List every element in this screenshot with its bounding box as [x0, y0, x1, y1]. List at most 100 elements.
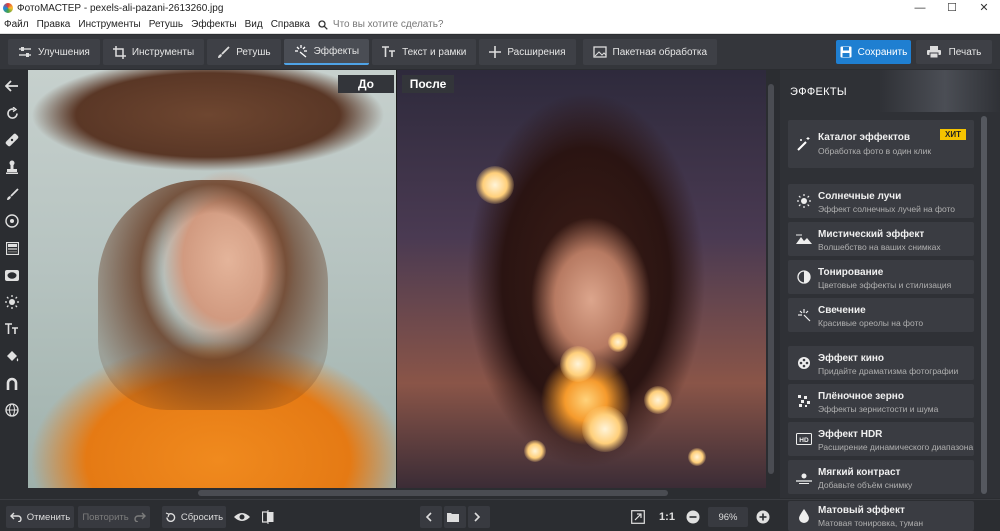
- search-placeholder: Что вы хотите сделать?: [332, 19, 444, 30]
- light-button[interactable]: [2, 292, 22, 312]
- magnet-tool-button[interactable]: [2, 373, 22, 393]
- radial-icon: [5, 214, 19, 228]
- effects-catalog-card[interactable]: Каталог эффектов Обработка фото в один к…: [788, 120, 974, 168]
- panel-header: ЭФФЕКТЫ: [780, 70, 1000, 112]
- undo-icon: [9, 512, 22, 522]
- canvas-vertical-scrollbar[interactable]: [766, 70, 776, 488]
- drop-icon: [796, 508, 812, 524]
- tab-label: Текст и рамки: [402, 46, 467, 58]
- scrollbar-thumb[interactable]: [198, 490, 668, 496]
- effect-matte[interactable]: Матовый эффект Матовая тонировка, туман: [788, 501, 974, 531]
- clone-stamp-button[interactable]: [2, 157, 22, 177]
- chevron-right-icon: [473, 512, 480, 522]
- menu-tools[interactable]: Инструменты: [74, 19, 144, 30]
- vignette-button[interactable]: [2, 265, 22, 285]
- menu-file[interactable]: Файл: [0, 19, 33, 30]
- next-image-button[interactable]: [468, 506, 490, 528]
- effect-subtitle: Обработка фото в один клик: [818, 146, 932, 156]
- effect-sun-rays[interactable]: Солнечные лучи Эффект солнечных лучей на…: [788, 184, 974, 218]
- canvas-horizontal-scrollbar[interactable]: [28, 488, 766, 498]
- fill-tool-button[interactable]: [2, 346, 22, 366]
- globe-tool-button[interactable]: [2, 400, 22, 420]
- tab-text-frames[interactable]: Текст и рамки: [372, 39, 477, 65]
- redo-button[interactable]: Повторить: [78, 506, 150, 528]
- effect-subtitle: Придайте драматизма фотографии: [818, 366, 959, 376]
- panel-scrollbar[interactable]: [980, 116, 988, 494]
- menu-effects[interactable]: Эффекты: [187, 19, 240, 30]
- minus-circle-icon: [686, 510, 700, 524]
- preview-toggle-button[interactable]: [232, 506, 252, 528]
- effect-title: Эффект HDR: [818, 429, 883, 440]
- save-button[interactable]: Сохранить: [836, 40, 911, 64]
- scrollbar-thumb[interactable]: [768, 84, 774, 474]
- tab-tools[interactable]: Инструменты: [102, 39, 205, 65]
- reset-button[interactable]: Сбросить: [162, 506, 226, 528]
- undo-button[interactable]: Отменить: [6, 506, 74, 528]
- batch-processing-button[interactable]: Пакетная обработка: [582, 39, 718, 65]
- compare-view-button[interactable]: [258, 506, 278, 528]
- sun-icon: [5, 295, 19, 309]
- rotate-button[interactable]: [2, 103, 22, 123]
- tab-label: Улучшения: [38, 46, 90, 58]
- half-circle-icon: [796, 269, 812, 285]
- brush-icon: [6, 187, 19, 200]
- compare-divider[interactable]: [396, 70, 397, 488]
- rotate-icon: [6, 106, 18, 119]
- tab-enhancements[interactable]: Улучшения: [8, 39, 100, 65]
- effect-film-grain[interactable]: Плёночное зерно Эффекты зернистости и шу…: [788, 384, 974, 418]
- before-photo-hair: [98, 180, 328, 410]
- fit-to-screen-button[interactable]: [628, 506, 648, 528]
- effect-title: Свечение: [818, 305, 866, 316]
- bokeh-light: [644, 386, 672, 414]
- effect-subtitle: Красивые ореолы на фото: [818, 318, 924, 328]
- effect-subtitle: Эффект солнечных лучей на фото: [818, 204, 956, 214]
- image-canvas[interactable]: До После: [28, 70, 776, 488]
- healing-patch-button[interactable]: [2, 130, 22, 150]
- gradient-icon: [5, 241, 19, 255]
- print-button[interactable]: Печать: [916, 40, 992, 64]
- svg-text:HD: HD: [799, 437, 809, 444]
- hdr-icon: HD: [796, 431, 812, 447]
- tab-label: Ретушь: [236, 46, 271, 58]
- gradient-filter-button[interactable]: [2, 238, 22, 258]
- radial-filter-button[interactable]: [2, 211, 22, 231]
- menu-search[interactable]: Что вы хотите сделать?: [318, 19, 444, 30]
- effect-subtitle: Волшебство на ваших снимках: [818, 242, 941, 252]
- batch-label: Пакетная обработка: [612, 46, 708, 58]
- open-folder-button[interactable]: [444, 506, 466, 528]
- actual-size-button[interactable]: 1:1: [654, 506, 680, 528]
- tab-extensions[interactable]: Расширения: [479, 39, 576, 65]
- effect-cinema[interactable]: Эффект кино Придайте драматизма фотограф…: [788, 346, 974, 380]
- tab-effects[interactable]: Эффекты: [283, 39, 370, 65]
- reset-label: Сбросить: [180, 511, 224, 523]
- app-logo-icon: [3, 3, 13, 13]
- effect-hdr[interactable]: HD Эффект HDR Расширение динамического д…: [788, 422, 974, 456]
- tab-retouch[interactable]: Ретушь: [207, 39, 281, 65]
- menu-view[interactable]: Вид: [241, 19, 267, 30]
- text-tool-button[interactable]: [2, 319, 22, 339]
- effect-soft-contrast[interactable]: Мягкий контраст Добавьте объём снимку: [788, 460, 974, 494]
- effect-glow[interactable]: Свечение Красивые ореолы на фото: [788, 298, 974, 332]
- back-arrow-button[interactable]: [2, 76, 22, 96]
- close-button[interactable]: ✕: [968, 0, 1000, 16]
- effect-mystic[interactable]: Мистический эффект Волшебство на ваших с…: [788, 222, 974, 256]
- effect-toning[interactable]: Тонирование Цветовые эффекты и стилизаци…: [788, 260, 974, 294]
- menu-edit[interactable]: Правка: [33, 19, 75, 30]
- effect-title: Мистический эффект: [818, 229, 925, 240]
- zoom-out-button[interactable]: [684, 506, 702, 528]
- minimize-button[interactable]: —: [904, 0, 936, 16]
- zoom-in-button[interactable]: [754, 506, 772, 528]
- window-title: ФотоМАСТЕР - pexels-ali-pazani-2613260.j…: [17, 2, 224, 14]
- sparkle-icon: [294, 45, 307, 58]
- menu-help[interactable]: Справка: [267, 19, 314, 30]
- before-label: До: [338, 75, 394, 93]
- scrollbar-thumb[interactable]: [981, 116, 987, 494]
- previous-image-button[interactable]: [420, 506, 442, 528]
- menu-retouch[interactable]: Ретушь: [145, 19, 187, 30]
- maximize-button[interactable]: ☐: [936, 0, 968, 16]
- brush-tool-button[interactable]: [2, 184, 22, 204]
- zoom-level[interactable]: 96%: [708, 507, 748, 527]
- redo-label: Повторить: [82, 511, 129, 523]
- effect-subtitle: Матовая тонировка, туман: [818, 518, 924, 528]
- glow-icon: [796, 307, 812, 323]
